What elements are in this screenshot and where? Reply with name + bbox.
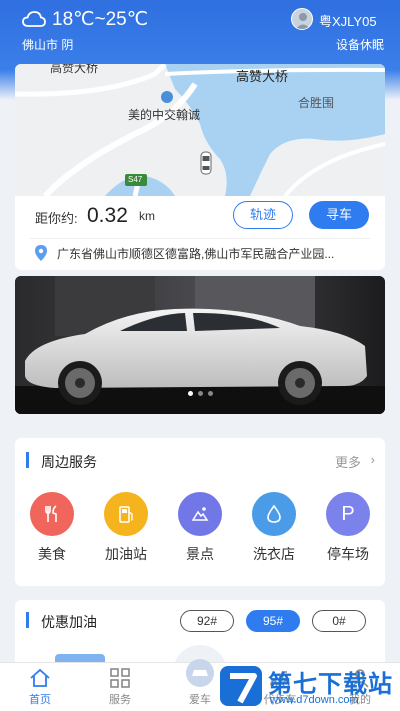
vehicle-location-card: 高赞大桥 高赞大桥 合胜围 美的中交翰诚 S47 距你约: 0.32 km 轨迹… [15,64,385,270]
map-view[interactable] [15,64,385,196]
scenic-icon [178,492,222,536]
find-car-button[interactable]: 寻车 [309,201,369,229]
promo-banner[interactable] [15,276,385,414]
service-food[interactable]: 美食 [22,492,82,564]
map-label-poi: 美的中交翰诚 [128,108,201,122]
banner-pagination [15,391,385,396]
service-label: 洗衣店 [253,546,295,562]
section-title: 优惠加油 [41,614,97,630]
pagination-dot[interactable] [187,391,193,396]
service-laundry[interactable]: 洗衣店 [244,492,304,564]
city-weather: 佛山市 阴 [22,38,74,52]
fuel-option-0[interactable]: 0# [312,610,366,632]
parking-icon: P [326,492,370,536]
water-drop-icon [252,492,296,536]
pagination-dot[interactable] [207,391,213,396]
service-parking[interactable]: P 停车场 [318,492,378,564]
location-pin-icon [35,245,47,261]
fuel-pump-icon [104,492,148,536]
tab-label: 服务 [109,694,131,706]
car-icon [186,659,214,687]
map-label-bridge: 高赞大桥 [236,69,289,84]
distance-label: 距你约: [35,211,78,226]
food-icon [30,492,74,536]
map-label-bridge-top: 高赞大桥 [50,64,99,75]
home-icon [30,668,50,687]
map-label-road: S47 [128,175,143,184]
nearby-services-card: 周边服务 更多 › 美食 加油站 景点 洗衣店 P 停车场 [15,438,385,586]
device-status: 设备休眠 [336,38,385,52]
vehicle-address: 广东省佛山市顺德区德富路,佛山市军民融合产业园... [57,247,335,261]
track-button[interactable]: 轨迹 [233,201,293,229]
pagination-dot[interactable] [197,391,203,396]
tab-label: 首页 [29,694,51,706]
section-accent [26,452,29,468]
section-title: 周边服务 [41,454,97,470]
tab-services[interactable]: 服务 [90,667,150,707]
cloud-icon [22,11,46,27]
map-label-district: 合胜围 [298,96,335,110]
section-accent [26,612,29,628]
service-label: 停车场 [327,546,369,562]
grid-icon [110,668,130,688]
avatar[interactable] [291,8,313,30]
fuel-option-95[interactable]: 95# [246,610,300,632]
service-label: 景点 [186,546,214,562]
watermark-url: www.d7down.com [270,694,359,706]
temperature-range: 18℃~25℃ [52,9,149,30]
license-plate[interactable]: 粤XJLY05 [319,11,377,30]
service-label: 加油站 [105,546,147,562]
watermark-logo [220,666,262,706]
distance-unit: km [139,209,155,223]
distance-value: 0.32 [87,204,128,227]
site-watermark: 第七下载站 www.d7down.com [218,662,400,711]
more-link[interactable]: 更多 [335,452,361,471]
service-scenic[interactable]: 景点 [170,492,230,564]
divider [30,238,370,239]
fuel-option-92[interactable]: 92# [180,610,234,632]
tab-home[interactable]: 首页 [10,667,70,707]
service-label: 美食 [38,546,66,562]
service-gas-station[interactable]: 加油站 [96,492,156,564]
chevron-right-icon[interactable]: › [371,452,375,467]
tab-label: 爱车 [189,694,211,706]
